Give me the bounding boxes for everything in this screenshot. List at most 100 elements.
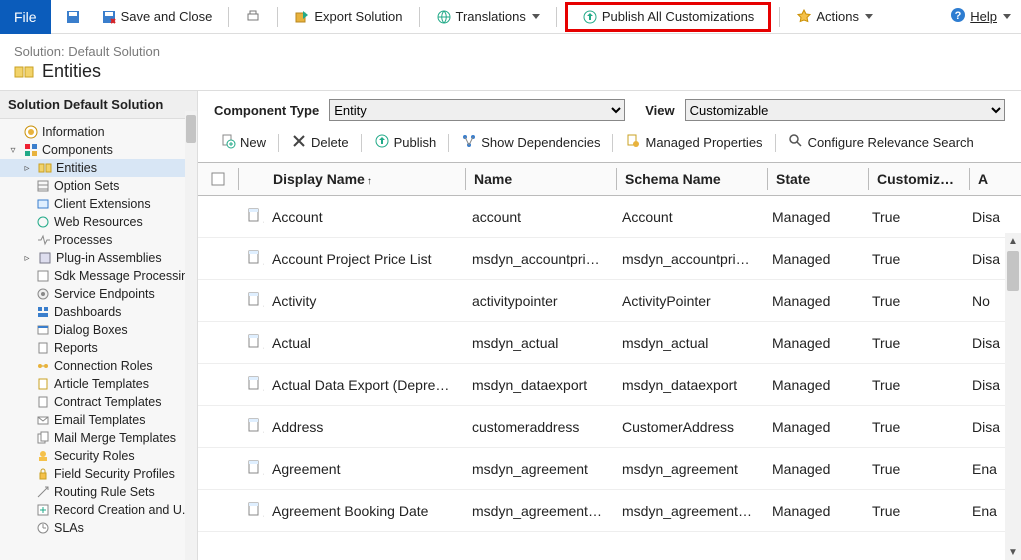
tree-slas[interactable]: SLAs [0,519,197,537]
table-row[interactable]: ActivityactivitypointerActivityPointerMa… [198,280,1021,322]
scrollbar-thumb[interactable] [186,115,196,143]
cell-schema-name: msdyn_accountprice... [614,251,764,267]
field-security-icon [36,467,50,481]
col-name[interactable]: Name [466,171,616,187]
cell-display-name: Activity [264,293,464,309]
save-close-button[interactable]: Save and Close [93,4,221,30]
tree-entities[interactable]: ▹Entities [0,159,197,177]
email-templates-icon [36,413,50,427]
content-area: Component Type Entity View Customizable … [198,91,1021,560]
col-state[interactable]: State [768,171,868,187]
tree-contract-templates[interactable]: Contract Templates [0,393,197,411]
configure-relevance-button[interactable]: Configure Relevance Search [782,131,980,154]
entity-type-icon [238,333,264,352]
managed-props-icon [625,133,641,152]
view-select[interactable]: Customizable [685,99,1005,121]
contract-templates-icon [36,395,50,409]
tree-plugin-assemblies[interactable]: ▹Plug-in Assemblies [0,249,197,267]
dashboards-icon [36,305,50,319]
tree-label: Client Extensions [54,197,151,211]
tree-label: Mail Merge Templates [54,431,176,445]
tree-service-endpoints[interactable]: Service Endpoints [0,285,197,303]
table-row[interactable]: Actualmsdyn_actualmsdyn_actualManagedTru… [198,322,1021,364]
tree-security-roles[interactable]: Security Roles [0,447,197,465]
tree-label: Option Sets [54,179,119,193]
table-row[interactable]: Account Project Price Listmsdyn_accountp… [198,238,1021,280]
tree-reports[interactable]: Reports [0,339,197,357]
components-icon [24,143,38,157]
solution-header: Solution: Default Solution Entities [0,34,1021,90]
tree-option-sets[interactable]: Option Sets [0,177,197,195]
new-button[interactable]: New [214,131,272,154]
cell-state: Managed [764,209,864,225]
publish-button[interactable]: Publish [368,131,443,154]
sidebar-scrollbar[interactable] [185,111,197,560]
sidebar-header: Solution Default Solution [0,91,197,119]
solution-name: Entities [42,61,101,82]
publish-all-icon [582,9,598,25]
show-deps-button[interactable]: Show Dependencies [455,131,606,154]
tree-information[interactable]: Information [0,123,197,141]
export-solution-button[interactable]: Export Solution [286,4,410,30]
tree-label: Field Security Profiles [54,467,175,481]
entities-icon [38,161,52,175]
delete-button[interactable]: Delete [285,131,355,154]
scroll-up-icon[interactable]: ▲ [1005,233,1021,249]
tree-connection-roles[interactable]: Connection Roles [0,357,197,375]
col-schema-name[interactable]: Schema Name [617,171,767,187]
toolbar-items: Save and Close Export Solution Translati… [51,2,951,32]
entity-type-icon [238,291,264,310]
translations-button[interactable]: Translations [428,4,548,30]
managed-props-button[interactable]: Managed Properties [619,131,768,154]
web-res-icon [36,215,50,229]
tree-web-resources[interactable]: Web Resources [0,213,197,231]
tree-processes[interactable]: Processes [0,231,197,249]
content-scrollbar[interactable]: ▲ ▼ [1005,233,1021,560]
expand-icon[interactable]: ▹ [20,251,34,265]
search-icon [788,133,804,152]
tree-sdk-msg[interactable]: Sdk Message Processing... [0,267,197,285]
tree-mail-merge[interactable]: Mail Merge Templates [0,429,197,447]
table-row[interactable]: AddresscustomeraddressCustomerAddressMan… [198,406,1021,448]
table-row[interactable]: Actual Data Export (Deprecat...msdyn_dat… [198,364,1021,406]
component-type-select[interactable]: Entity [329,99,625,121]
table-row[interactable]: Agreement Booking Datemsdyn_agreementb..… [198,490,1021,532]
tree-dashboards[interactable]: Dashboards [0,303,197,321]
save-icon-button[interactable] [57,4,89,30]
help-button[interactable]: ?Help [950,7,1011,26]
tree-routing-rule[interactable]: Routing Rule Sets [0,483,197,501]
tree-label: Email Templates [54,413,145,427]
grid-toolbar: New Delete Publish Show Dependencies Man… [198,127,1021,162]
tree-client-extensions[interactable]: Client Extensions [0,195,197,213]
cell-state: Managed [764,419,864,435]
plugin-icon [38,251,52,265]
table-row[interactable]: Agreementmsdyn_agreementmsdyn_agreementM… [198,448,1021,490]
tree-components[interactable]: ▿Components [0,141,197,159]
select-all-checkbox[interactable] [198,172,238,186]
publish-icon [374,133,390,152]
toolbar-separator [775,134,776,152]
tree-record-creation[interactable]: Record Creation and U... [0,501,197,519]
save-close-icon [101,9,117,25]
tree-article-templates[interactable]: Article Templates [0,375,197,393]
col-display-name[interactable]: Display Name↑ [265,171,465,187]
tree-email-templates[interactable]: Email Templates [0,411,197,429]
actions-button[interactable]: Actions [788,4,881,30]
publish-all-button[interactable]: Publish All Customizations [574,4,762,30]
col-customizable[interactable]: Customizabl... [869,171,969,187]
expand-icon[interactable]: ▹ [20,161,34,175]
tree-dialog-boxes[interactable]: Dialog Boxes [0,321,197,339]
tree-field-security[interactable]: Field Security Profiles [0,465,197,483]
tree-label: Sdk Message Processing... [54,269,197,283]
toolbar-separator [556,7,557,27]
col-action[interactable]: A [970,171,1021,187]
actions-icon [796,9,812,25]
table-row[interactable]: AccountaccountAccountManagedTrueDisa [198,196,1021,238]
scroll-down-icon[interactable]: ▼ [1005,544,1021,560]
print-icon-button[interactable] [237,4,269,30]
toolbar-separator [448,134,449,152]
scrollbar-thumb[interactable] [1007,251,1019,291]
collapse-icon[interactable]: ▿ [6,143,20,157]
toolbar-separator [278,134,279,152]
file-menu-button[interactable]: File [0,0,51,34]
